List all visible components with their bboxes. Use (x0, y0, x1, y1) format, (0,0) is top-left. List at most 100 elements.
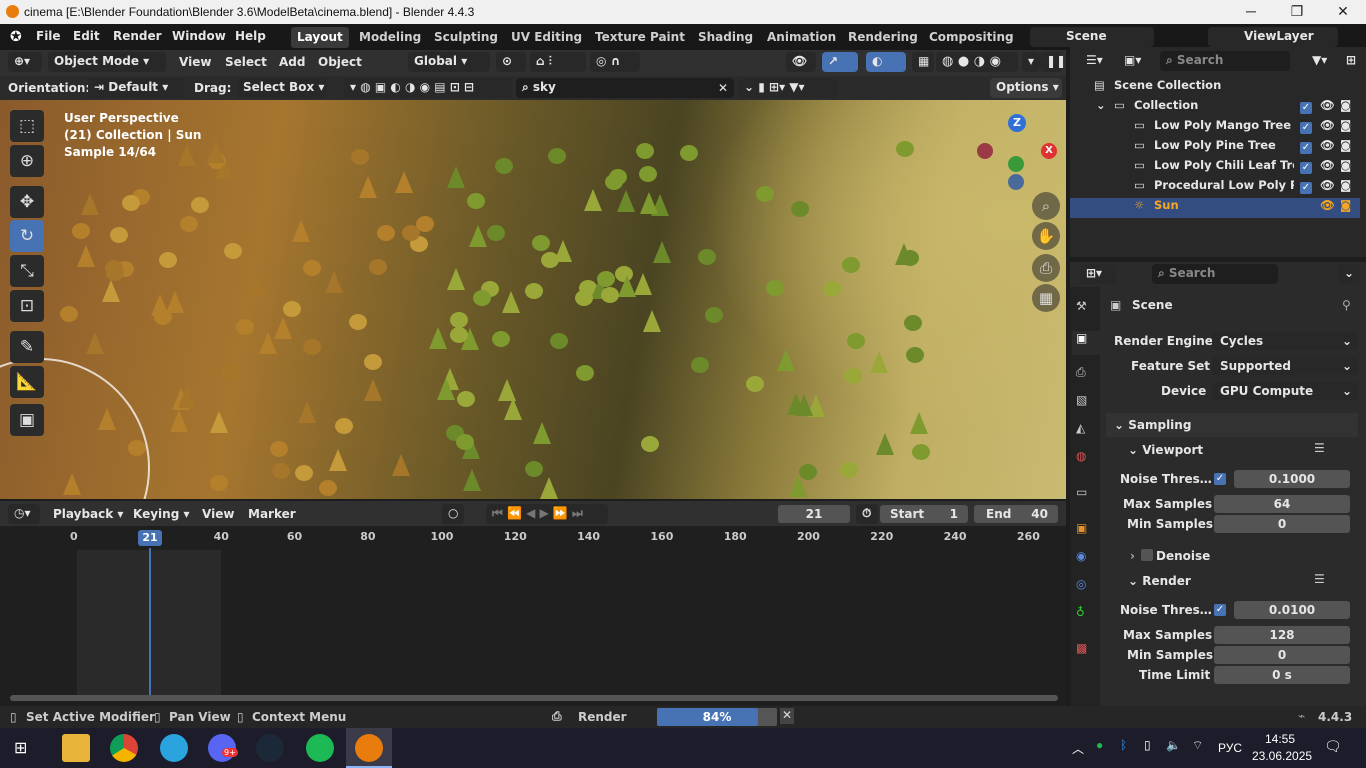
pause-render-icon[interactable]: ❚❚ (1040, 52, 1066, 72)
blender-menu-icon[interactable]: ✪ (10, 29, 28, 45)
render-noise-checkbox[interactable]: ✓ (1214, 604, 1226, 616)
menu-select[interactable]: Select (225, 55, 267, 69)
zoom-icon[interactable]: ⌕ (1032, 192, 1060, 220)
filter-icons[interactable]: ▾ ◍ ▣ ◐ ◑ ◉ ▤ ⊡ ⊟ (344, 78, 512, 98)
drag-selector[interactable]: Select Box ▾ (237, 78, 327, 98)
move-tool-icon[interactable]: ✥ (10, 186, 44, 218)
preview-range-icon[interactable]: ⏱ (856, 504, 878, 524)
eye-icon[interactable]: 👁 (1320, 158, 1335, 172)
properties-menu-icon[interactable]: ⌄ (1338, 264, 1360, 284)
rotate-tool-icon[interactable]: ↻ (10, 220, 44, 252)
render-noise-field[interactable]: 0.0100 (1234, 601, 1350, 619)
add-cube-tool-icon[interactable]: ▣ (10, 404, 44, 436)
object-tab-icon[interactable]: ▣ (1076, 521, 1087, 535)
end-frame-field[interactable]: End 40 (974, 505, 1058, 523)
gizmo-z-axis[interactable]: Z (1008, 114, 1026, 132)
tray-network-icon[interactable]: ⌔ (1192, 738, 1203, 753)
tray-volume-icon[interactable]: 🔈 (1166, 738, 1181, 752)
tray-battery-icon[interactable]: ▯ (1144, 738, 1151, 752)
sampling-panel-header[interactable]: ⌄ Sampling (1106, 413, 1358, 437)
modifier-tab-icon[interactable]: ◉ (1076, 549, 1086, 563)
outliner-row-object[interactable]: ▭ Procedural Low Poly Ro ✓ 👁 ◙ (1070, 178, 1360, 198)
eye-icon[interactable]: 👁 (1320, 198, 1335, 212)
steam-icon[interactable] (256, 734, 284, 762)
render-camera-icon[interactable]: ◙ (1340, 138, 1351, 152)
playhead-line[interactable] (149, 548, 151, 696)
render-subpanel-header[interactable]: ⌄ Render (1128, 574, 1191, 588)
feature-set-dropdown[interactable]: Supported ⌄ (1212, 357, 1358, 375)
gizmo-y-axis[interactable] (1008, 156, 1024, 172)
outliner-row-object[interactable]: ▭ Low Poly Mango Tree ✓ 👁 ◙ (1070, 118, 1360, 138)
tab-compositing[interactable]: Compositing (923, 27, 1020, 48)
shading-modes[interactable]: ◍ ● ◑ ◉ (936, 52, 1018, 72)
outliner-row-collection[interactable]: ⌄ ▭ Collection ✓ 👁 ◙ (1070, 98, 1360, 118)
viewport-noise-field[interactable]: 0.1000 (1234, 470, 1350, 488)
render-camera-icon[interactable]: ◙ (1340, 178, 1351, 192)
menu-render[interactable]: Render (113, 29, 162, 43)
texture-tab-icon[interactable]: ▩ (1076, 641, 1087, 655)
physics-tab-icon[interactable]: ◎ (1076, 577, 1086, 591)
menu-playback[interactable]: Playback ▾ (53, 507, 123, 521)
render-min-samples-field[interactable]: 0 (1214, 646, 1350, 664)
tab-rendering[interactable]: Rendering (842, 27, 924, 48)
properties-search-input[interactable]: ⌕ Search (1152, 264, 1278, 284)
eye-icon[interactable]: 👁 (1320, 98, 1335, 112)
windows-start-icon[interactable]: ⊞ (14, 740, 32, 758)
discord-icon[interactable]: 9+ (208, 734, 238, 762)
outliner-row-object[interactable]: ▭ Low Poly Pine Tree ✓ 👁 ◙ (1070, 138, 1360, 158)
pin-icon[interactable]: ⚲ (1342, 298, 1351, 312)
gizmo-toggle-icon[interactable]: ↗ (822, 52, 858, 72)
spotify-icon[interactable] (306, 734, 334, 762)
exclude-checkbox[interactable]: ✓ (1300, 142, 1312, 154)
gizmo-x-axis[interactable]: X (1041, 143, 1057, 159)
time-limit-field[interactable]: 0 s (1214, 666, 1350, 684)
menu-keying[interactable]: Keying ▾ (133, 507, 190, 521)
orientation-selector[interactable]: ⇥ Default ▾ (88, 78, 184, 98)
timeline-scrollbar[interactable] (10, 695, 1058, 701)
cursor-tool-icon[interactable]: ⊕ (10, 145, 44, 177)
render-camera-icon[interactable]: ◙ (1340, 98, 1351, 112)
tray-chevron-icon[interactable]: ︿ (1072, 740, 1084, 757)
view-layer-selector[interactable]: ViewLayer (1208, 27, 1338, 47)
exclude-checkbox[interactable]: ✓ (1300, 102, 1312, 114)
tab-modeling[interactable]: Modeling (353, 27, 427, 48)
menu-add[interactable]: Add (279, 55, 305, 69)
file-explorer-icon[interactable] (62, 734, 90, 762)
playback-controls[interactable]: ⏮ ⏪ ◀ ▶ ⏩ ⏭ (486, 504, 608, 524)
properties-editor-type-icon[interactable]: ⊞▾ (1080, 264, 1116, 284)
outliner-editor-type-icon[interactable]: ☰▾ (1080, 51, 1116, 71)
outliner-row-object[interactable]: ☼ Sun 👁 ◙ (1070, 198, 1360, 218)
visibility-icon[interactable]: 👁 (786, 52, 816, 72)
proportional-edit-icon[interactable]: ◎ ∩ (590, 52, 640, 72)
world-tab-icon[interactable]: ◍ (1076, 449, 1086, 463)
viewport-search-input[interactable]: ⌕ sky (516, 78, 734, 98)
collection-tab-icon[interactable]: ▭ (1076, 485, 1087, 499)
gizmo-neg-z-axis[interactable] (1008, 174, 1024, 190)
render-camera-icon[interactable]: ◙ (1340, 198, 1351, 212)
outliner-row-scene-collection[interactable]: ▤ Scene Collection (1070, 78, 1360, 98)
annotate-tool-icon[interactable]: ✎ (10, 331, 44, 363)
viewport-denoise-checkbox[interactable] (1141, 549, 1153, 561)
options-button[interactable]: Options ▾ (990, 78, 1062, 98)
outliner-filter-icon[interactable]: ▼▾ (1306, 51, 1336, 71)
menu-file[interactable]: File (36, 29, 61, 43)
overlay-toggle-icon[interactable]: ◐ (866, 52, 906, 72)
render-tab-icon[interactable]: ▣ (1072, 331, 1100, 355)
display-mode-icon[interactable]: ▣▾ (1118, 51, 1148, 71)
cancel-render-button[interactable]: ✕ (780, 708, 794, 724)
measure-tool-icon[interactable]: 📐 (10, 366, 44, 398)
timeline-editor-type-icon[interactable]: ◷▾ (8, 504, 40, 524)
notifications-icon[interactable]: 🗨 (1324, 738, 1342, 755)
eye-icon[interactable]: 👁 (1320, 138, 1335, 152)
editor-type-button[interactable]: ⊕▾ (8, 52, 42, 72)
menu-window[interactable]: Window (172, 29, 226, 43)
clear-search-icon[interactable]: ✕ (718, 81, 728, 95)
exclude-checkbox[interactable]: ✓ (1300, 162, 1312, 174)
new-collection-icon[interactable]: ⊞ (1340, 51, 1362, 71)
menu-edit[interactable]: Edit (73, 29, 100, 43)
outliner-search-input[interactable]: ⌕ Search (1160, 51, 1290, 71)
exclude-checkbox[interactable]: ✓ (1300, 122, 1312, 134)
maximize-button[interactable]: ❐ (1274, 0, 1320, 24)
viewport-subpanel-header[interactable]: ⌄ Viewport (1128, 443, 1203, 457)
transform-tool-icon[interactable]: ⊡ (10, 290, 44, 322)
